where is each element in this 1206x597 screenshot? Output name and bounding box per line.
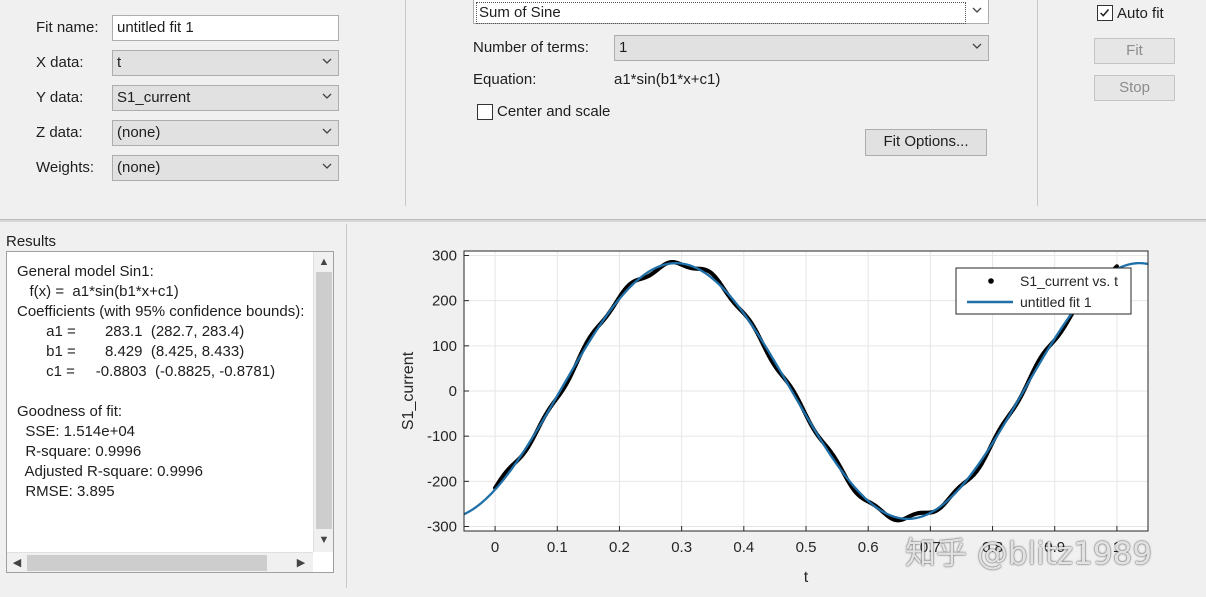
scroll-right-icon[interactable]: ▶ [291, 553, 311, 573]
y-tick-label: -200 [427, 473, 457, 490]
x-tick-label: 0.4 [733, 539, 754, 556]
vertical-scrollbar[interactable]: ▲ ▼ [313, 252, 333, 552]
results-text: General model Sin1: f(x) = a1*sin(b1*x+c… [17, 262, 313, 552]
legend-label-fit: untitled fit 1 [1020, 294, 1092, 310]
legend: S1_current vs. t untitled fit 1 [955, 267, 1132, 315]
results-line: Adjusted R-square: 0.9996 [17, 463, 203, 480]
x-tick-label: 0.3 [671, 539, 692, 556]
results-line: f(x) = a1*sin(b1*x+c1) [17, 283, 179, 300]
results-line: a1 = 283.1 (282.7, 283.4) [17, 323, 245, 340]
num-terms-label: Number of terms: [473, 39, 589, 56]
num-terms-value: 1 [619, 39, 628, 56]
results-line: SSE: 1.514e+04 [17, 423, 136, 440]
y-tick-label: -300 [427, 518, 457, 535]
horizontal-scrollbar[interactable]: ◀ ▶ [7, 552, 313, 572]
panel-divider [405, 0, 406, 206]
equation-value: a1*sin(b1*x+c1) [614, 71, 721, 88]
fit-name-label: Fit name: [36, 19, 99, 36]
x-axis-label: t [804, 569, 809, 586]
weights-label: Weights: [36, 159, 95, 176]
y-data-label: Y data: [36, 89, 84, 106]
center-scale-checkbox[interactable] [477, 104, 493, 120]
panel-divider [1037, 0, 1038, 206]
z-data-select[interactable]: (none) [112, 120, 339, 146]
x-tick-label: 0.1 [547, 539, 568, 556]
y-axis-label: S1_current [400, 351, 417, 430]
checkmark-icon [1100, 8, 1110, 17]
vertical-scroll-thumb[interactable] [316, 272, 332, 529]
y-tick-label: 100 [432, 338, 457, 355]
num-terms-select[interactable]: 1 [614, 35, 989, 61]
auto-fit-label: Auto fit [1117, 5, 1164, 22]
chevron-down-icon [972, 7, 982, 13]
y-tick-label: -100 [427, 428, 457, 445]
weights-value: (none) [117, 159, 161, 176]
fit-type-select[interactable]: Sum of Sine [473, 0, 989, 24]
watermark: 知乎 @blitz1989 [905, 536, 1153, 572]
chevron-down-icon [322, 163, 332, 169]
equation-label: Equation: [473, 71, 537, 88]
z-data-value: (none) [117, 124, 161, 141]
chevron-down-icon [322, 128, 332, 134]
fit-name-input[interactable]: untitled fit 1 [112, 15, 339, 41]
results-line: R-square: 0.9996 [17, 443, 142, 460]
y-tick-label: 0 [449, 383, 457, 400]
chevron-down-icon [972, 43, 982, 49]
y-tick-label: 300 [432, 248, 457, 265]
x-tick-label: 0.6 [858, 539, 879, 556]
results-panel: General model Sin1: f(x) = a1*sin(b1*x+c… [6, 251, 334, 573]
horizontal-scroll-thumb[interactable] [27, 555, 267, 571]
scroll-up-icon[interactable]: ▲ [314, 252, 334, 272]
fit-options-button[interactable]: Fit Options... [865, 129, 987, 156]
scroll-left-icon[interactable]: ◀ [7, 553, 27, 573]
x-tick-label: 0.5 [796, 539, 817, 556]
results-line: General model Sin1: [17, 263, 154, 280]
legend-label-data: S1_current vs. t [1020, 273, 1118, 289]
center-scale-label: Center and scale [497, 103, 611, 120]
results-line: c1 = -0.8803 (-0.8825, -0.8781) [17, 363, 276, 380]
x-data-value: t [117, 54, 122, 71]
results-line [17, 382, 313, 402]
x-tick-label: 0.2 [609, 539, 630, 556]
legend-marker-data [988, 278, 994, 284]
results-title: Results [6, 233, 57, 250]
chevron-down-icon [322, 58, 332, 64]
y-data-select[interactable]: S1_current [112, 85, 339, 111]
z-data-label: Z data: [36, 124, 83, 141]
horizontal-divider [0, 219, 1206, 222]
y-data-value: S1_current [117, 89, 191, 106]
fit-type-value: Sum of Sine [476, 2, 966, 24]
fit-button[interactable]: Fit [1094, 38, 1175, 64]
y-ticks: -300 -200 -100 0 100 200 300 [427, 248, 469, 535]
x-tick-label: 0 [491, 539, 499, 556]
results-line: RMSE: 3.895 [17, 483, 115, 500]
results-line: Coefficients (with 95% confidence bounds… [17, 303, 305, 320]
y-tick-label: 200 [432, 293, 457, 310]
results-line: Goodness of fit: [17, 403, 123, 420]
stop-button[interactable]: Stop [1094, 75, 1175, 101]
chevron-down-icon [322, 93, 332, 99]
x-data-label: X data: [36, 54, 84, 71]
x-data-select[interactable]: t [112, 50, 339, 76]
weights-select[interactable]: (none) [112, 155, 339, 181]
scroll-down-icon[interactable]: ▼ [314, 530, 334, 550]
results-line: b1 = 8.429 (8.425, 8.433) [17, 343, 245, 360]
auto-fit-checkbox[interactable] [1097, 5, 1113, 21]
